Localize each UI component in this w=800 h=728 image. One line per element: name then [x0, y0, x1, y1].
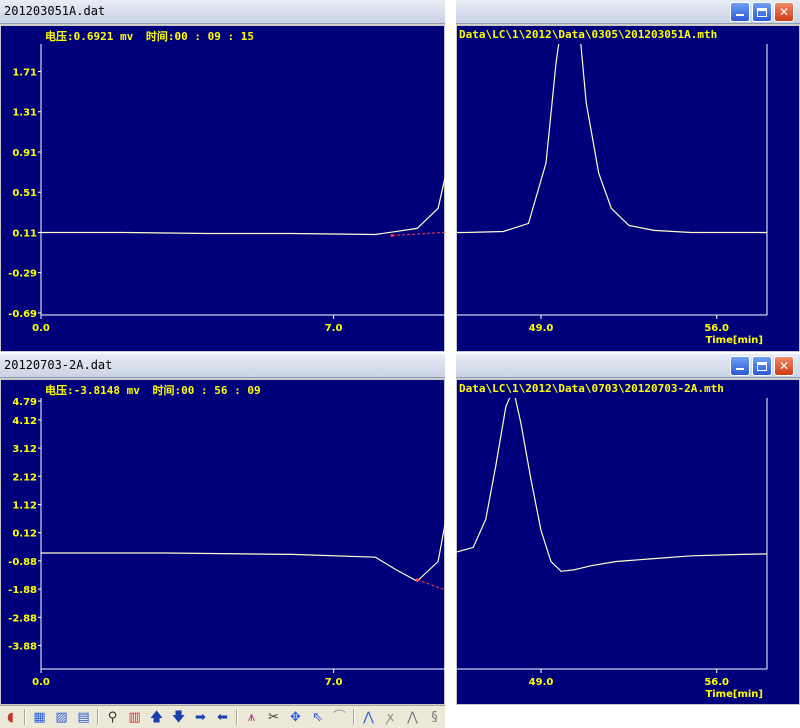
y-tick-label: 0.51: [12, 188, 37, 199]
y-tick-label: -0.29: [8, 269, 37, 280]
chromatogram-trace: [457, 44, 767, 234]
close-icon[interactable]: ✕: [774, 356, 794, 376]
y-tick-label: -0.69: [8, 309, 37, 320]
chromatogram-plot[interactable]: 电压:0.6921 mv 时间:00 : 09 : 15 1.71 1.31 0.9…: [0, 25, 445, 352]
y-tick-label: -2.88: [8, 613, 37, 624]
maximize-icon[interactable]: [752, 2, 772, 22]
chromatogram-chart: 1.711.310.910.510.11-0.29-0.690.07.014.0…: [8, 44, 445, 334]
move-peak-icon[interactable]: ✥: [287, 709, 304, 726]
chromatogram-window-bottom-right: ✕ Data\LC\1\2012\Data\0703\20120703-2A.m…: [456, 354, 800, 705]
baseline-icon[interactable]: ⌒: [331, 709, 348, 726]
toolbar-separator: [236, 709, 238, 725]
peak-split-icon[interactable]: ꭗ: [382, 709, 399, 726]
y-tick-label: 4.12: [12, 416, 37, 427]
skim-icon[interactable]: §: [426, 709, 443, 726]
chart-zoom-icon[interactable]: ▨: [53, 709, 70, 726]
chromatogram-trace: [41, 175, 445, 236]
y-tick-label: -0.88: [8, 557, 37, 568]
chromatogram-plot[interactable]: Data\LC\1\2012\Data\0703\20120703-2A.mth…: [456, 379, 800, 705]
chart-icon[interactable]: ▦: [31, 709, 48, 726]
x-axis-title: Time[min]: [705, 689, 763, 700]
pointer-icon[interactable]: ⇖: [309, 709, 326, 726]
y-tick-label: 1.71: [12, 68, 37, 79]
toolbar: ◖ ▦ ▨ ▤ ⚲ ▥ 🡅 🡇 ➡ ⬅ ⩚ ✂ ✥ ⇖ ⌒ ⋀ ꭗ ⋀ §: [0, 705, 445, 728]
x-tick-label: 49.0: [529, 677, 554, 688]
peak-icon[interactable]: ⩚: [243, 709, 260, 726]
toolbar-separator: [353, 709, 355, 725]
chromatogram-chart: 49.056.059.9Time[min]: [457, 44, 768, 346]
x-tick-label: 0.0: [32, 677, 50, 688]
x-axis-title: Time[min]: [705, 335, 763, 346]
window-titlebar[interactable]: 20120703-2A.dat: [0, 354, 445, 378]
chromatogram-plot[interactable]: Data\LC\1\2012\Data\0305\201203051A.mth …: [456, 25, 800, 352]
x-tick-label: 7.0: [325, 323, 343, 334]
y-tick-label: 1.12: [12, 500, 37, 511]
toolbar-separator: [97, 709, 99, 725]
y-tick-label: 4.79: [12, 397, 37, 408]
y-tick-label: 1.31: [12, 108, 37, 119]
x-tick-label: 0.0: [32, 323, 50, 334]
maximize-icon[interactable]: [752, 356, 772, 376]
chromatogram-chart: 49.056.059.9Time[min]: [457, 398, 768, 700]
y-tick-label: -3.88: [8, 641, 37, 652]
baseline-start-marker: [390, 233, 394, 237]
peak-merge-icon[interactable]: ⋀: [404, 709, 421, 726]
chromatogram-window-bottom: 20120703-2A.dat 电压:-3.8148 mv 时间:00 : 56…: [0, 354, 445, 705]
chromatogram-trace: [41, 520, 445, 582]
window-titlebar[interactable]: ✕: [456, 0, 800, 24]
arrow-down-icon[interactable]: 🡇: [170, 709, 187, 726]
chromatogram-trace: [457, 398, 767, 572]
window-title: 20120703-2A.dat: [4, 358, 113, 372]
chromatogram-chart: 4.79 4.12 3.12 2.12 1.12 0.12 -0.88 -1.88 -2.88 -…: [8, 397, 445, 688]
minimize-icon[interactable]: [730, 356, 750, 376]
integrate-icon[interactable]: ⋀: [360, 709, 377, 726]
magnify-icon[interactable]: ⚲: [104, 709, 121, 726]
window-titlebar[interactable]: ✕: [456, 354, 800, 378]
chromatogram-window-top: 201203051A.dat 电压:0.6921 mv 时间:00 : 09 :…: [0, 0, 445, 352]
magnify-icon[interactable]: ▤: [75, 709, 92, 726]
x-tick-label: 56.0: [704, 677, 729, 688]
y-tick-label: 0.11: [12, 228, 37, 239]
open-icon[interactable]: ◖: [2, 709, 19, 726]
toolbar-separator: [24, 709, 26, 725]
cut-icon[interactable]: ✂: [265, 709, 282, 726]
y-tick-label: 3.12: [12, 444, 37, 455]
baseline-start-marker: [415, 578, 419, 582]
grid-icon[interactable]: ▥: [126, 709, 143, 726]
integration-baseline: [417, 579, 445, 591]
arrow-left-icon[interactable]: ⬅: [214, 709, 231, 726]
chromatogram-plot[interactable]: 电压:-3.8148 mv 时间:00 : 56 : 09 4.79 4.12 3.…: [0, 379, 445, 705]
x-tick-label: 56.0: [704, 323, 729, 334]
y-tick-label: -1.88: [8, 585, 37, 596]
y-tick-label: 0.12: [12, 529, 37, 540]
y-tick-label: 0.91: [12, 148, 37, 159]
x-tick-label: 7.0: [325, 677, 343, 688]
window-titlebar[interactable]: 201203051A.dat: [0, 0, 445, 24]
arrow-up-icon[interactable]: 🡅: [148, 709, 165, 726]
x-tick-label: 49.0: [529, 323, 554, 334]
close-icon[interactable]: ✕: [774, 2, 794, 22]
chromatogram-window-top-right: ✕ Data\LC\1\2012\Data\0305\201203051A.mt…: [456, 0, 800, 352]
arrow-right-icon[interactable]: ➡: [192, 709, 209, 726]
minimize-icon[interactable]: [730, 2, 750, 22]
y-tick-label: 2.12: [12, 472, 37, 483]
window-title: 201203051A.dat: [4, 4, 106, 18]
